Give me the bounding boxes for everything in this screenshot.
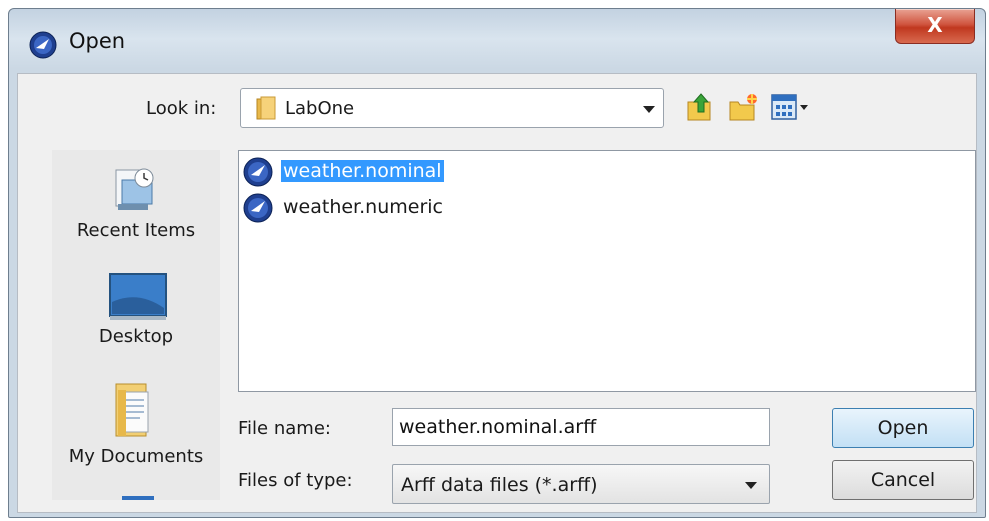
view-menu-icon[interactable] — [770, 92, 812, 122]
chevron-down-icon[interactable] — [643, 106, 655, 113]
weka-app-icon — [29, 31, 57, 59]
places-bar: Recent Items Desktop My Documents — [52, 150, 220, 500]
place-my-documents[interactable]: My Documents — [52, 376, 220, 476]
open-dialog: Open X Look in: LabOne Recent Items Desk… — [8, 8, 986, 518]
up-folder-icon[interactable] — [686, 92, 716, 122]
file-list[interactable]: weather.nominal weather.numeric — [238, 150, 976, 392]
arff-file-icon — [243, 157, 273, 187]
computer-icon — [122, 496, 154, 500]
place-label: My Documents — [68, 446, 204, 467]
file-name-label: File name: — [238, 418, 331, 439]
recent-items-icon — [115, 168, 154, 210]
look-in-label: Look in: — [146, 98, 217, 119]
chevron-down-icon[interactable] — [745, 482, 757, 489]
title-bar[interactable]: Open X — [9, 9, 985, 69]
files-of-type-combo[interactable]: Arff data files (*.arff) — [392, 464, 770, 504]
close-button[interactable]: X — [895, 9, 975, 44]
open-button[interactable]: Open — [832, 408, 974, 448]
look-in-value: LabOne — [285, 98, 355, 119]
arff-file-icon — [243, 193, 273, 223]
place-desktop[interactable]: Desktop — [52, 266, 220, 366]
place-computer[interactable] — [52, 484, 220, 500]
file-name-input[interactable] — [392, 408, 770, 446]
files-of-type-label: Files of type: — [238, 470, 353, 491]
cancel-button[interactable]: Cancel — [832, 460, 974, 500]
folder-icon — [256, 96, 276, 120]
file-name: weather.nominal — [281, 160, 444, 182]
my-documents-icon — [115, 383, 149, 437]
file-name: weather.numeric — [283, 196, 443, 218]
desktop-icon — [109, 273, 167, 320]
dialog-body: Look in: LabOne Recent Items Desktop My … — [17, 73, 977, 513]
place-recent-items[interactable]: Recent Items — [52, 156, 220, 256]
place-label: Recent Items — [76, 220, 196, 241]
look-in-combo[interactable]: LabOne — [240, 88, 664, 128]
window-title: Open — [69, 29, 126, 53]
place-label: Desktop — [98, 326, 174, 347]
files-of-type-value: Arff data files (*.arff) — [401, 474, 598, 496]
new-folder-icon[interactable] — [728, 92, 758, 122]
